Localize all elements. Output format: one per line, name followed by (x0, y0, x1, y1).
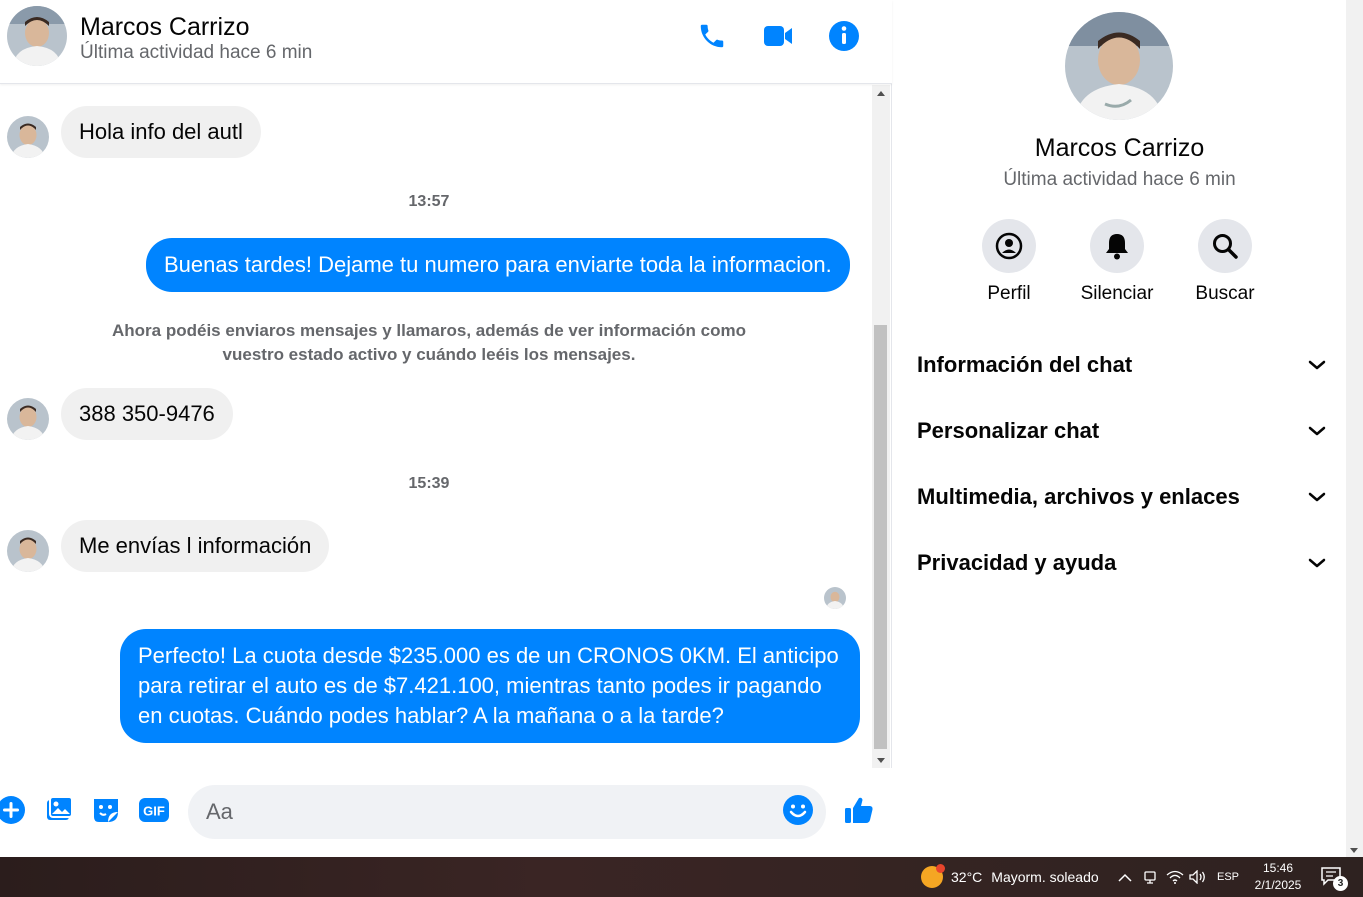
profile-button-label: Perfil (987, 283, 1031, 304)
chevron-down-icon (1308, 558, 1326, 568)
notification-count: 3 (1333, 876, 1348, 891)
meet-now-icon[interactable] (1143, 857, 1157, 897)
sender-avatar[interactable] (7, 530, 49, 572)
hidden-icons-chevron-icon[interactable] (1118, 857, 1132, 897)
section-customize-chat[interactable]: Personalizar chat (917, 403, 1327, 459)
system-clock[interactable]: 15:46 2/1/2025 (1250, 860, 1306, 894)
scroll-down-arrow[interactable] (1350, 848, 1358, 853)
emoji-icon[interactable] (781, 793, 815, 827)
chevron-down-icon (1308, 360, 1326, 370)
message-line: en cuotas. Cuándo podes hablar? A la mañ… (138, 703, 724, 728)
scroll-down-arrow[interactable] (872, 752, 890, 768)
chevron-down-icon (1308, 426, 1326, 436)
system-notice-line: Ahora podéis enviaros mensajes y llamaro… (112, 321, 746, 340)
mute-button[interactable]: Silenciar (1062, 219, 1172, 305)
outgoing-message[interactable]: Perfecto! La cuota desde $235.000 es de … (120, 629, 860, 743)
section-media-files-links[interactable]: Multimedia, archivos y enlaces (917, 469, 1327, 525)
section-label: Información del chat (917, 352, 1133, 377)
chat-column: Marcos Carrizo Última actividad hace 6 m… (0, 0, 892, 857)
chat-header: Marcos Carrizo Última actividad hace 6 m… (0, 0, 892, 84)
message-line: para retirar el auto es de $7.421.100, m… (138, 673, 822, 698)
composer: GIF (0, 768, 892, 857)
incoming-message[interactable]: Me envías l información (61, 520, 330, 572)
seen-avatar (824, 587, 846, 609)
input-language[interactable]: ESP (1217, 857, 1239, 897)
incoming-message[interactable]: 388 350-9476 (61, 388, 233, 440)
scroll-up-arrow[interactable] (872, 85, 890, 101)
profile-name: Marcos Carrizo (1034, 134, 1205, 162)
clock-time: 15:46 (1262, 861, 1294, 875)
clock-date: 2/1/2025 (1254, 878, 1302, 892)
section-label: Multimedia, archivos y enlaces (917, 484, 1240, 509)
message-list[interactable]: Hola info del autl 13:57 Buenas tardes! … (0, 85, 872, 768)
profile-icon (982, 219, 1036, 273)
weather-condition: Mayorm. soleado (991, 869, 1099, 885)
profile-avatar[interactable] (1065, 12, 1173, 120)
section-privacy-support[interactable]: Privacidad y ayuda (917, 535, 1327, 591)
svg-text:GIF: GIF (143, 804, 165, 819)
sticker-icon[interactable] (89, 793, 123, 827)
sender-avatar[interactable] (7, 116, 49, 158)
outgoing-message[interactable]: Buenas tardes! Dejame tu numero para env… (146, 238, 850, 292)
message-timestamp: 15:39 (408, 475, 450, 492)
contact-avatar[interactable] (7, 6, 67, 66)
like-icon[interactable] (842, 793, 876, 827)
conversation-details-panel: Marcos Carrizo Última actividad hace 6 m… (893, 0, 1346, 857)
weather-widget[interactable]: 32°C Mayorm. soleado (921, 857, 1099, 897)
notification-center-icon[interactable]: 3 (1320, 866, 1348, 891)
windows-taskbar: 32°C Mayorm. soleado ESP 15:46 2/1/2025 … (0, 857, 1363, 897)
bell-icon (1090, 219, 1144, 273)
section-chat-info[interactable]: Información del chat (917, 337, 1327, 393)
message-scrollbar[interactable] (872, 85, 890, 768)
sun-icon (921, 864, 945, 888)
contact-status: Última actividad hace 6 min (80, 42, 313, 63)
page-scrollbar[interactable] (1346, 0, 1363, 857)
profile-status: Última actividad hace 6 min (1003, 169, 1236, 190)
mute-button-label: Silenciar (1080, 283, 1154, 304)
chevron-down-icon (1308, 492, 1326, 502)
section-label: Personalizar chat (917, 418, 1100, 443)
section-label: Privacidad y ayuda (917, 550, 1117, 575)
message-input[interactable] (188, 785, 826, 839)
profile-button[interactable]: Perfil (954, 219, 1064, 305)
message-timestamp: 13:57 (408, 193, 450, 210)
system-notice: Ahora podéis enviaros mensajes y llamaro… (100, 319, 758, 367)
search-button-label: Buscar (1195, 283, 1255, 304)
gif-icon[interactable]: GIF (137, 793, 171, 827)
wifi-icon[interactable] (1166, 857, 1184, 897)
search-button[interactable]: Buscar (1170, 219, 1280, 305)
search-icon (1198, 219, 1252, 273)
video-icon[interactable] (760, 18, 796, 54)
sender-avatar[interactable] (7, 398, 49, 440)
temperature: 32°C (951, 869, 983, 885)
incoming-message[interactable]: Hola info del autl (61, 106, 261, 158)
message-line: Perfecto! La cuota desde $235.000 es de … (138, 643, 839, 668)
image-icon[interactable] (42, 793, 76, 827)
plus-icon[interactable] (0, 793, 28, 827)
system-notice-line: vuestro estado activo y cuándo leéis los… (222, 345, 636, 364)
phone-icon[interactable] (694, 18, 730, 54)
contact-name[interactable]: Marcos Carrizo (80, 13, 249, 42)
scrollbar-thumb[interactable] (874, 325, 887, 749)
info-icon[interactable] (826, 18, 862, 54)
volume-icon[interactable] (1189, 857, 1207, 897)
